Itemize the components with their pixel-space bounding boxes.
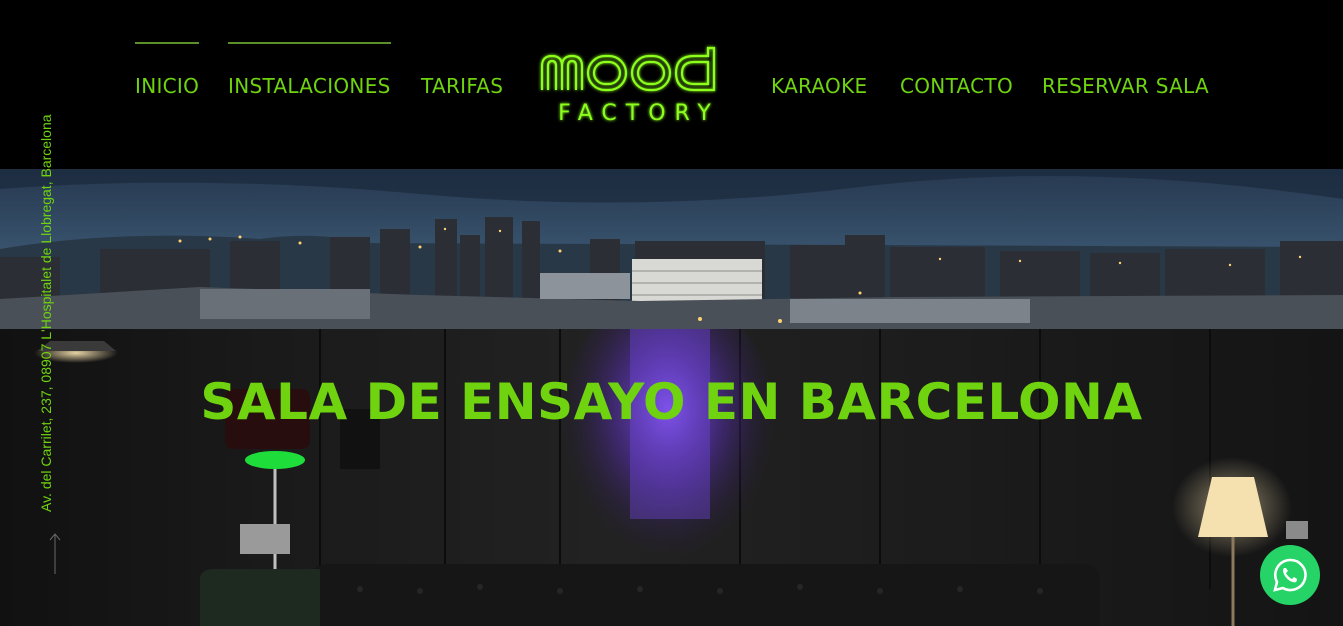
logo-text-factory: FACTORY [558,101,720,126]
nav-item-karaoke[interactable]: KARAOKE [771,42,867,102]
hero-section: SALA DE ENSAYO EN BARCELONA [0,329,1343,626]
hero-title: SALA DE ENSAYO EN BARCELONA [200,373,1143,431]
whatsapp-chat-button[interactable] [1260,545,1320,605]
whatsapp-icon [1273,558,1307,592]
nav-item-tarifas[interactable]: TARIFAS [421,42,503,102]
mood-factory-logo[interactable]: FACTORY [536,44,742,126]
site-header: INICIO INSTALACIONES TARIFAS FACTORY KAR… [0,0,1343,169]
nav-item-inicio[interactable]: INICIO [135,42,200,102]
city-skyline-banner [0,169,1343,329]
nav-item-reservar-sala[interactable]: RESERVAR SALA [1042,42,1209,102]
arrow-up-icon[interactable] [48,532,62,576]
nav-item-instalaciones[interactable]: INSTALACIONES [228,42,391,102]
sidebar-address: Av. del Carrilet, 237, 08907 L'Hospitale… [38,114,54,512]
nav-item-contacto[interactable]: CONTACTO [900,42,1013,102]
